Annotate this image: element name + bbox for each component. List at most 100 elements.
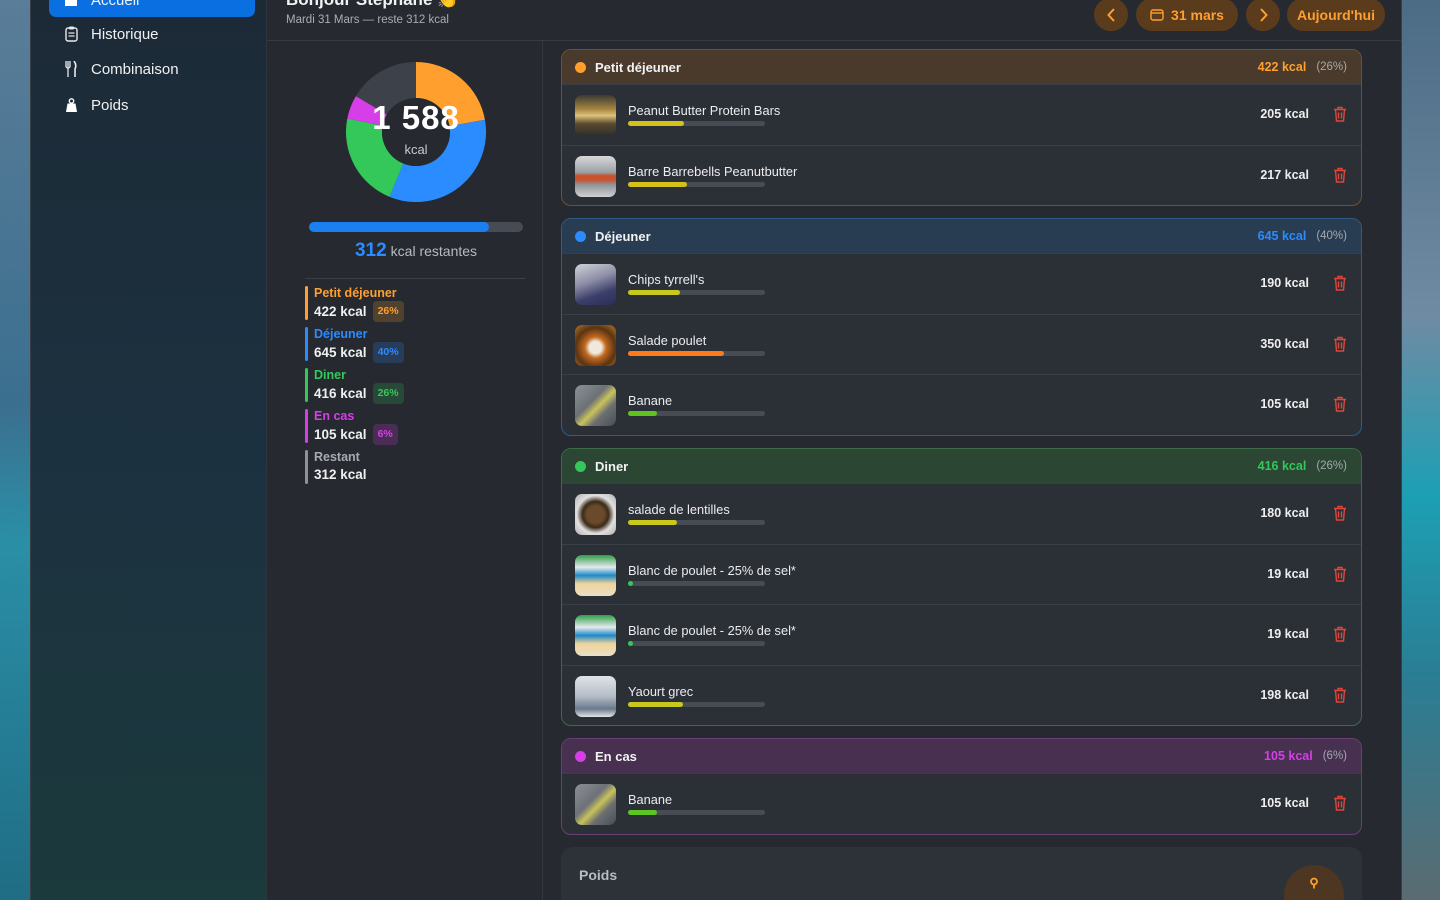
food-row[interactable]: Peanut Butter Protein Bars 205 kcal [562, 84, 1361, 145]
legend-kcal: 422 kcal [314, 304, 367, 319]
food-thumbnail [575, 264, 616, 305]
food-name: Chips tyrrell's [628, 272, 705, 287]
food-thumbnail [575, 554, 616, 596]
meal-percent: (26%) [1316, 460, 1347, 472]
meal-title: Petit déjeuner [595, 59, 681, 75]
meal-card-header[interactable]: Petit déjeuner 422 kcal (26%) [562, 50, 1361, 84]
meal-kcal: 105 kcal [1264, 749, 1313, 763]
food-row[interactable]: Chips tyrrell's 190 kcal [562, 253, 1361, 314]
meal-card-header[interactable]: En cas 105 kcal (6%) [562, 739, 1361, 773]
meal-card: Déjeuner 645 kcal (40%) Chips tyrrell's 190 … [561, 218, 1362, 436]
food-name: Banane [628, 792, 673, 807]
food-kcal-bar-fill [628, 810, 657, 815]
food-kcal: 19 kcal [1267, 627, 1309, 641]
food-row[interactable]: Barre Barrebells Peanutbutter 217 kcal [562, 144, 1361, 206]
food-kcal-bar-fill [628, 580, 634, 586]
trash-icon[interactable] [1333, 336, 1347, 352]
trash-icon[interactable] [1333, 106, 1347, 122]
food-row[interactable]: Blanc de poulet - 25% de sel* 19 kcal [562, 543, 1361, 605]
food-kcal: 198 kcal [1260, 687, 1309, 702]
meal-kcal: 645 kcal [1257, 229, 1307, 243]
page-subtitle: Mardi 31 Mars — reste 312 kcal [286, 14, 449, 26]
food-kcal-bar-fill [628, 350, 724, 356]
food-row[interactable]: Banane 105 kcal [562, 374, 1361, 435]
meal-card-header[interactable]: Déjeuner 645 kcal (40%) [562, 219, 1361, 253]
meal-card: En cas 105 kcal (6%) Banane 105 kcal [561, 738, 1362, 835]
trash-icon[interactable] [1333, 396, 1347, 412]
legend-kcal: 645 kcal [314, 345, 367, 360]
sidebar-item-accueil[interactable]: Accueil [49, 0, 255, 17]
food-kcal-bar-fill [628, 121, 685, 126]
trash-icon[interactable] [1333, 687, 1347, 703]
meal-title: Diner [595, 458, 629, 474]
sidebar-item-poids[interactable]: Poids [49, 88, 255, 122]
sidebar-item-label: Combinaison [91, 60, 179, 78]
food-kcal-bar [628, 580, 765, 586]
legend-meal-name: Petit déjeuner [314, 286, 397, 300]
food-kcal: 19 kcal [1267, 566, 1309, 581]
food-row[interactable]: Yaourt grec 198 kcal [562, 664, 1361, 726]
food-kcal-bar [628, 520, 765, 525]
legend-color-bar [305, 327, 308, 361]
legend-meal-name: Diner [314, 368, 346, 382]
food-kcal-bar [628, 181, 765, 187]
food-row[interactable]: salade de lentilles 180 kcal [562, 483, 1361, 544]
food-name: Barre Barrebells Peanutbutter [628, 163, 798, 179]
daily-progress-bar [309, 222, 523, 232]
food-thumbnail [575, 324, 616, 366]
sidebar-item-historique[interactable]: Historique [49, 17, 255, 51]
desktop-wallpaper [1400, 0, 1440, 900]
food-kcal: 190 kcal [1260, 276, 1309, 290]
next-day-button[interactable] [1246, 0, 1280, 31]
fork-knife-icon [63, 61, 79, 77]
food-kcal-bar-fill [628, 701, 683, 707]
legend-kcal: 312 kcal [314, 467, 367, 482]
app-window: Accueil Historique Combinaison Poids Bon… [30, 0, 1402, 900]
location-pin-icon [1310, 877, 1318, 889]
page-title: Bonjour Stéphane 👏 [286, 0, 458, 10]
meal-color-dot [575, 750, 586, 762]
sidebar-item-label: Accueil [91, 0, 140, 9]
legend-percent-badge: 6% [372, 424, 398, 445]
food-thumbnail [575, 385, 616, 426]
today-button[interactable]: Aujourd'hui [1287, 0, 1385, 31]
food-kcal-bar [628, 641, 765, 646]
trash-icon[interactable] [1333, 626, 1347, 642]
chevron-left-icon [1106, 7, 1115, 22]
legend-item: Déjeuner 645 kcal 40% [305, 327, 505, 363]
total-kcal: 1 588 [372, 99, 460, 136]
food-kcal-bar-fill [628, 641, 634, 646]
add-weight-button[interactable] [1284, 865, 1344, 900]
food-kcal: 180 kcal [1260, 506, 1309, 520]
trash-icon[interactable] [1333, 275, 1347, 291]
trash-icon[interactable] [1333, 795, 1347, 811]
legend-item: Restant 312 kcal [305, 450, 505, 484]
meal-card-header[interactable]: Diner 416 kcal (26%) [562, 449, 1361, 483]
food-row[interactable]: Salade poulet 350 kcal [562, 313, 1361, 375]
date-picker-button[interactable]: 31 mars [1136, 0, 1238, 31]
legend-color-bar [305, 409, 308, 443]
sidebar-item-label: Historique [91, 25, 159, 43]
food-row[interactable]: Blanc de poulet - 25% de sel* 19 kcal [562, 604, 1361, 665]
food-name: Blanc de poulet - 25% de sel* [628, 562, 796, 578]
meal-percent: (26%) [1316, 61, 1347, 73]
clipboard-icon [63, 26, 79, 42]
weight-card-title: Poids [579, 867, 618, 883]
sidebar-item-combinaison[interactable]: Combinaison [49, 52, 255, 86]
legend-meal-name: Déjeuner [314, 327, 368, 341]
food-thumbnail [575, 675, 616, 717]
food-row[interactable]: Banane 105 kcal [562, 773, 1361, 834]
daily-summary-panel: 1 588 kcal 312 kcal restantes Petit déjeu… [267, 41, 543, 900]
legend-meal-name: Restant [314, 450, 360, 464]
trash-icon[interactable] [1333, 167, 1347, 183]
chevron-right-icon [1259, 7, 1268, 22]
food-name: salade de lentilles [628, 502, 730, 517]
meal-card: Petit déjeuner 422 kcal (26%) Peanut Butter… [561, 49, 1362, 206]
sidebar-item-label: Poids [91, 96, 129, 114]
trash-icon[interactable] [1333, 566, 1347, 582]
previous-day-button[interactable] [1094, 0, 1128, 31]
meal-kcal: 416 kcal [1257, 459, 1307, 473]
food-kcal: 217 kcal [1260, 167, 1309, 182]
trash-icon[interactable] [1333, 505, 1347, 521]
food-kcal-bar-fill [628, 290, 681, 295]
